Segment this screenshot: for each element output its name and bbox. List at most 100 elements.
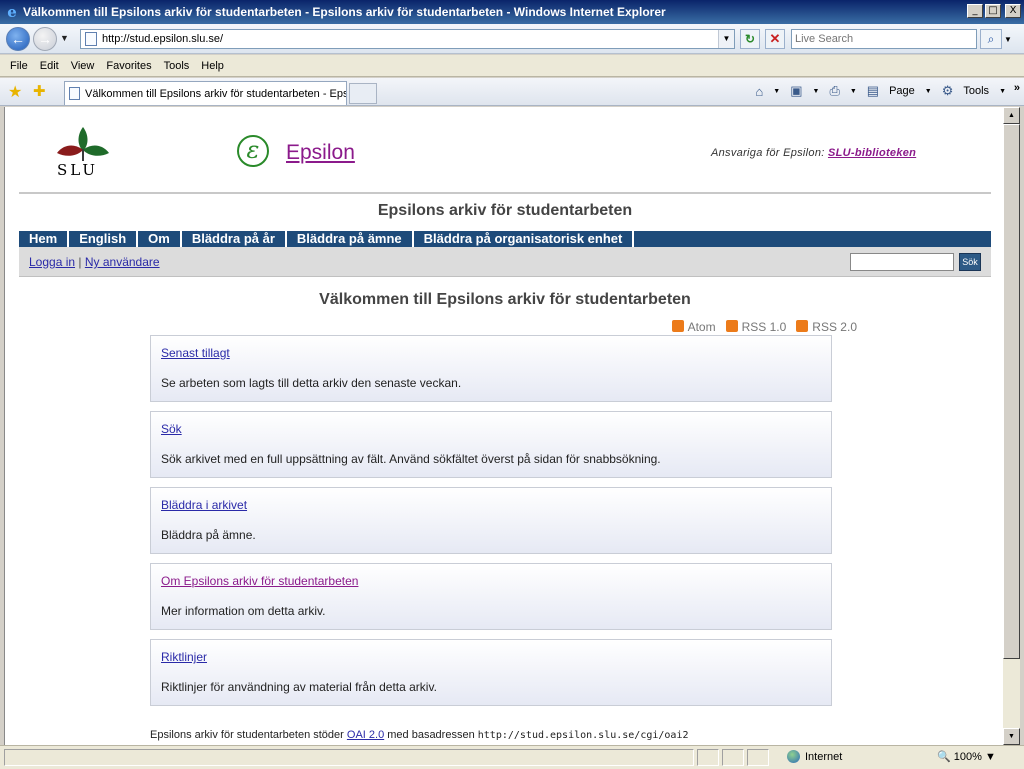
new-user-link[interactable]: Ny användare [85, 255, 160, 269]
box-latest: Senast tillagt Se arbeten som lagts till… [150, 335, 832, 402]
new-tab-button[interactable] [349, 83, 377, 104]
slu-leaf-icon [57, 127, 109, 161]
menu-tools[interactable]: Tools [164, 60, 190, 72]
rss2-feed-link[interactable]: RSS 2.0 [796, 320, 857, 334]
box-search: Sök Sök arkivet med en full uppsättning … [150, 411, 832, 478]
site-search-input[interactable] [850, 253, 954, 271]
url-text[interactable]: http://stud.epsilon.slu.se/ [102, 33, 223, 45]
add-favorites-icon[interactable]: ✚ [33, 82, 46, 100]
epsilon-logo-icon: ε [237, 135, 269, 167]
home-icon[interactable]: ⌂ [755, 84, 763, 99]
live-search-input[interactable] [791, 29, 977, 49]
status-bar: Internet 🔍 100% ▼ [0, 745, 1024, 769]
scroll-up-button[interactable]: ▲ [1003, 107, 1020, 124]
tools-dropdown[interactable]: ▼ [999, 88, 1006, 95]
page-icon [85, 32, 97, 46]
atom-feed-link[interactable]: Atom [671, 320, 716, 334]
tools-menu[interactable]: Tools [963, 85, 989, 97]
command-bar: ⌂ ▼ ▣ ▼ ⎙ ▼ ▤ Page ▼ ⚙ Tools ▼ [755, 83, 1006, 99]
menu-view[interactable]: View [71, 60, 95, 72]
nav-browse-org-unit[interactable]: Bläddra på organisatorisk enhet [414, 231, 635, 247]
back-button[interactable]: ← [6, 27, 30, 51]
scroll-down-button[interactable]: ▼ [1003, 728, 1020, 745]
oai-link[interactable]: OAI 2.0 [347, 729, 384, 741]
latest-link[interactable]: Senast tillagt [161, 346, 230, 360]
rss1-feed-label: RSS 1.0 [741, 320, 787, 334]
page-menu[interactable]: Page [889, 85, 915, 97]
security-zone[interactable]: Internet [787, 750, 842, 763]
stop-button[interactable]: ✕ [765, 29, 785, 49]
box-browse: Bläddra i arkivet Bläddra på ämne. [150, 487, 832, 554]
print-icon[interactable]: ⎙ [829, 83, 839, 99]
nav-hem[interactable]: Hem [19, 231, 70, 247]
epsilon-home-link[interactable]: Epsilon [286, 141, 355, 165]
back-arrow-icon: ← [11, 31, 25, 47]
menu-favorites[interactable]: Favorites [106, 60, 151, 72]
forward-button[interactable]: → [33, 27, 57, 51]
site-header: SLU ε Epsilon Ansvariga för Epsilon: SLU… [19, 107, 991, 194]
search-options-dropdown[interactable]: ▼ [1004, 35, 1012, 44]
guidelines-link[interactable]: Riktlinjer [161, 650, 207, 664]
box-about: Om Epsilons arkiv för studentarbeten Mer… [150, 563, 832, 630]
recent-pages-dropdown[interactable]: ▼ [60, 33, 69, 43]
site-search-button[interactable]: Sök [959, 253, 981, 271]
window-title: Välkommen till Epsilons arkiv för studen… [23, 5, 666, 19]
search-button[interactable]: ⌕ [980, 29, 1002, 49]
stop-icon: ✕ [769, 31, 781, 46]
browse-link[interactable]: Bläddra i arkivet [161, 498, 247, 512]
nav-om[interactable]: Om [138, 231, 182, 247]
vertical-scrollbar[interactable]: ▲ ▼ [1003, 107, 1020, 745]
tab-active[interactable]: Välkommen till Epsilons arkiv för studen… [64, 81, 347, 105]
feeds-icon[interactable]: ▣ [790, 83, 802, 99]
scroll-thumb[interactable] [1003, 124, 1020, 659]
zoom-dropdown[interactable]: ▼ [985, 751, 996, 763]
link-separator: | [78, 255, 82, 269]
print-dropdown[interactable]: ▼ [850, 88, 857, 95]
refresh-button[interactable]: ↻ [740, 29, 760, 49]
address-dropdown[interactable]: ▼ [718, 30, 734, 48]
globe-icon [787, 750, 800, 763]
main-nav: Hem English Om Bläddra på år Bläddra på … [19, 231, 991, 247]
status-text-cell [4, 749, 694, 766]
zoom-control[interactable]: 🔍 100% ▼ [937, 750, 996, 763]
status-cell [747, 749, 769, 766]
archive-title: Epsilons arkiv för studentarbeten [377, 202, 633, 219]
tab-label: Välkommen till Epsilons arkiv för studen… [85, 87, 347, 100]
window-controls: _ □ X [967, 4, 1021, 18]
nav-browse-subject[interactable]: Bläddra på ämne [287, 231, 414, 247]
menu-file[interactable]: File [10, 60, 28, 72]
feeds-dropdown[interactable]: ▼ [813, 88, 820, 95]
feed-links: Atom RSS 1.0 RSS 2.0 [671, 320, 857, 334]
search-desc: Sök arkivet med en full uppsättning av f… [161, 452, 661, 466]
search-link[interactable]: Sök [161, 422, 182, 436]
about-desc: Mer information om detta arkiv. [161, 604, 326, 618]
address-toolbar: ← → ▼ http://stud.epsilon.slu.se/ ▼ ↻ ✕ … [0, 24, 1024, 54]
forward-arrow-icon: → [38, 31, 52, 47]
nav-english[interactable]: English [69, 231, 139, 247]
slu-logo-text: SLU [57, 161, 99, 179]
zoom-icon: 🔍 [937, 751, 951, 763]
menu-help[interactable]: Help [201, 60, 224, 72]
about-link[interactable]: Om Epsilons arkiv för studentarbeten [161, 574, 358, 588]
page-icon [69, 87, 80, 100]
tab-bar: ★ ✚ Välkommen till Epsilons arkiv för st… [0, 78, 1024, 106]
address-field[interactable]: http://stud.epsilon.slu.se/ ▼ [80, 29, 735, 49]
welcome-heading: Välkommen till Epsilons arkiv för studen… [319, 291, 691, 308]
close-button[interactable]: X [1005, 4, 1021, 18]
page-dropdown[interactable]: ▼ [925, 88, 932, 95]
minimize-button[interactable]: _ [967, 4, 983, 18]
box-guidelines: Riktlinjer Riktlinjer för användning av … [150, 639, 832, 706]
slu-biblioteken-link[interactable]: SLU-biblioteken [828, 147, 916, 159]
login-link[interactable]: Logga in [29, 255, 75, 269]
atom-feed-label: Atom [687, 320, 716, 334]
maximize-button[interactable]: □ [985, 4, 1001, 18]
favorites-star-icon[interactable]: ★ [8, 82, 22, 102]
nav-browse-year[interactable]: Bläddra på år [182, 231, 287, 247]
menu-edit[interactable]: Edit [40, 60, 59, 72]
window-title-bar: e Välkommen till Epsilons arkiv för stud… [0, 0, 1024, 24]
gear-icon: ⚙ [941, 83, 954, 98]
slu-logo[interactable]: SLU [55, 125, 111, 179]
rss1-feed-link[interactable]: RSS 1.0 [725, 320, 787, 334]
home-dropdown[interactable]: ▼ [773, 88, 780, 95]
chevron-more-icon[interactable]: » [1014, 82, 1020, 94]
